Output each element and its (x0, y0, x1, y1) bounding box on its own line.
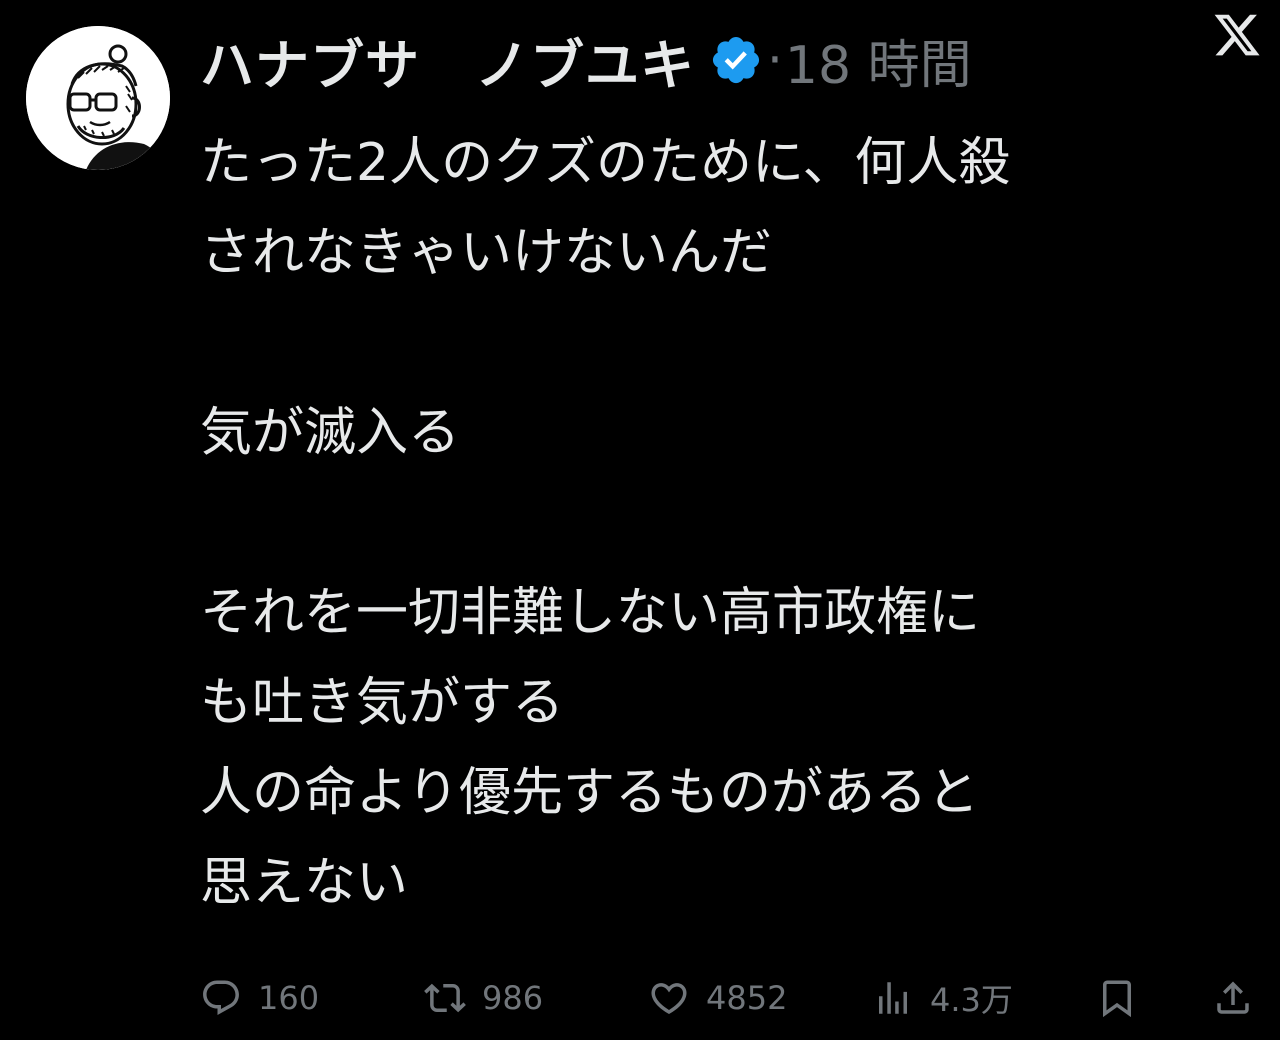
repost-icon (424, 983, 466, 1013)
share-button[interactable] (1212, 966, 1254, 1030)
action-bar: 160 986 4852 4.3万 (0, 966, 1280, 1030)
repost-button[interactable]: 986 (424, 966, 543, 1030)
views-count: 4.3万 (930, 981, 1013, 1019)
avatar-illustration-icon (26, 26, 170, 170)
x-logo-icon[interactable] (1212, 10, 1262, 60)
heart-icon (651, 983, 687, 1015)
reply-count: 160 (258, 979, 320, 1017)
views-button[interactable]: 4.3万 (872, 966, 1013, 1030)
tweet-text: たった2人のクズのために、何人殺 されなきゃいけないんだ 気が滅入る それを一切… (200, 133, 1011, 913)
bookmark-icon (1103, 980, 1131, 1018)
avatar[interactable] (26, 26, 170, 170)
views-chart-icon (879, 982, 907, 1014)
verified-badge-icon[interactable] (709, 33, 763, 87)
display-name[interactable]: ハナブサ ノブユキ (200, 21, 695, 100)
share-icon (1217, 981, 1249, 1014)
like-count: 4852 (706, 979, 788, 1017)
like-button[interactable]: 4852 (648, 966, 787, 1030)
reply-button[interactable]: 160 (200, 966, 319, 1030)
tweet-header: ハナブサ ノブユキ · 18 時間 (200, 22, 1264, 98)
bookmark-button[interactable] (1096, 966, 1138, 1030)
timestamp[interactable]: 18 時間 (785, 23, 972, 98)
reply-icon (203, 980, 239, 1015)
repost-count: 986 (482, 979, 544, 1017)
separator-dot: · (767, 31, 783, 89)
